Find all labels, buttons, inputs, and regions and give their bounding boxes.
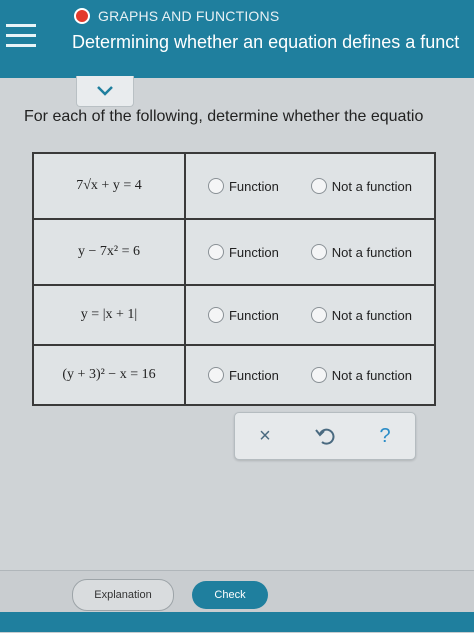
table-row: (y + 3)² − x = 16 Function Not a functio… <box>32 344 436 406</box>
bottom-strip <box>0 612 474 632</box>
question-table: 7√x + y = 4 Function Not a function y − … <box>32 152 436 406</box>
check-button[interactable]: Check <box>192 581 268 609</box>
radio-button[interactable] <box>310 178 327 194</box>
radio-function-1[interactable]: Function <box>207 178 279 194</box>
option-label: Function <box>228 307 279 323</box>
radio-button[interactable] <box>207 178 224 194</box>
app-header: GRAPHS AND FUNCTIONS Determining whether… <box>0 0 474 78</box>
page-title: Determining whether an equation defines … <box>72 32 460 52</box>
option-label: Function <box>228 244 279 260</box>
status-dot-icon <box>74 8 90 24</box>
table-row: 7√x + y = 4 Function Not a function <box>32 152 436 220</box>
equation-1: 7√x + y = 4 <box>32 152 186 220</box>
undo-button[interactable] <box>305 418 345 454</box>
instructions-text: For each of the following, determine whe… <box>24 108 424 125</box>
equation-3: y = |x + 1| <box>32 284 186 346</box>
option-label: Not a function <box>331 367 413 383</box>
help-button[interactable]: ? <box>365 418 405 454</box>
option-label: Not a function <box>331 244 413 260</box>
radio-function-2[interactable]: Function <box>207 244 279 260</box>
radio-not-function-2[interactable]: Not a function <box>310 244 413 260</box>
table-row: y = |x + 1| Function Not a function <box>32 284 436 346</box>
radio-button[interactable] <box>310 367 327 383</box>
hamburger-menu-icon[interactable] <box>6 24 36 50</box>
undo-icon <box>315 428 335 445</box>
radio-button[interactable] <box>207 367 224 383</box>
option-label: Not a function <box>331 307 413 323</box>
equation-4: (y + 3)² − x = 16 <box>32 344 186 406</box>
equation-2: y − 7x² = 6 <box>32 218 186 286</box>
radio-button[interactable] <box>207 307 224 323</box>
radio-not-function-1[interactable]: Not a function <box>310 178 413 194</box>
radio-button[interactable] <box>310 307 327 323</box>
option-label: Function <box>228 367 279 383</box>
radio-button[interactable] <box>310 244 327 260</box>
topic-text: GRAPHS AND FUNCTIONS <box>98 8 280 24</box>
question-area: For each of the following, determine whe… <box>0 78 474 578</box>
option-label: Function <box>228 178 279 194</box>
radio-not-function-4[interactable]: Not a function <box>310 367 413 383</box>
clear-button[interactable]: × <box>245 418 285 454</box>
table-row: y − 7x² = 6 Function Not a function <box>32 218 436 286</box>
radio-button[interactable] <box>207 244 224 260</box>
radio-function-4[interactable]: Function <box>207 367 279 383</box>
answer-toolbar: × ? <box>234 412 416 460</box>
radio-not-function-3[interactable]: Not a function <box>310 307 413 323</box>
explanation-button[interactable]: Explanation <box>72 579 174 611</box>
option-label: Not a function <box>331 178 413 194</box>
radio-function-3[interactable]: Function <box>207 307 279 323</box>
topic-label: GRAPHS AND FUNCTIONS <box>74 8 279 24</box>
